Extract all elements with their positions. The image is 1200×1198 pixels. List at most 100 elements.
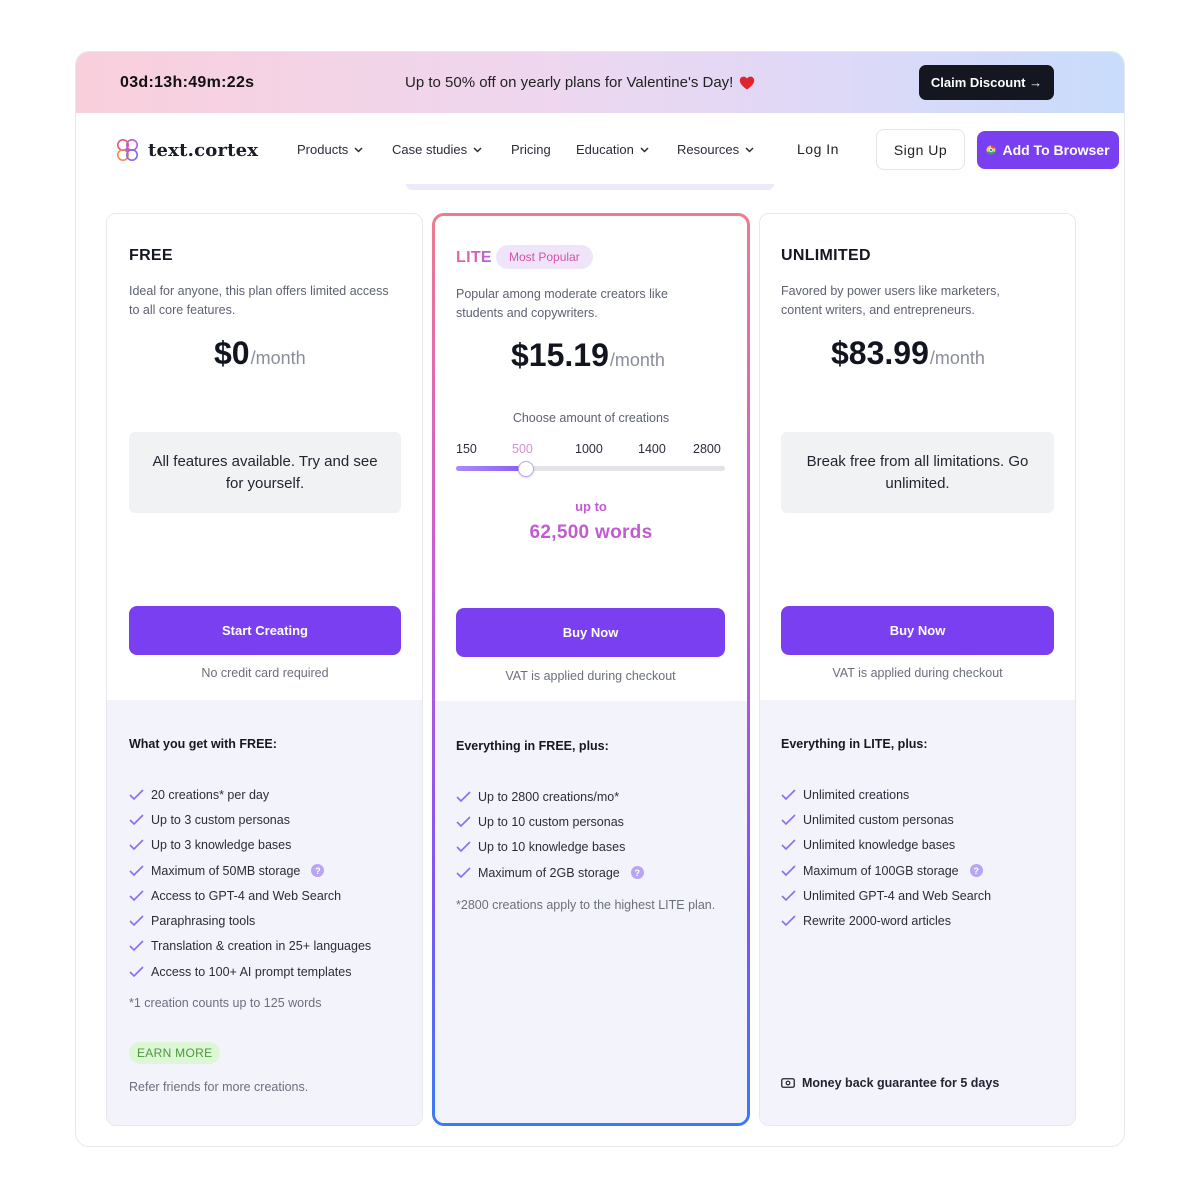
check-icon	[456, 866, 471, 878]
info-icon[interactable]: ?	[630, 866, 644, 880]
list-item: Unlimited custom personas	[781, 807, 991, 832]
feature-text: Unlimited GPT-4 and Web Search	[803, 888, 992, 903]
features-title: Everything in FREE, plus:	[456, 739, 609, 753]
nav-case-studies[interactable]: Case studies	[392, 142, 482, 157]
feature-text: Up to 3 knowledge bases	[151, 838, 292, 853]
check-icon	[781, 814, 796, 826]
promo-banner: 03d:13h:49m:22s Up to 50% off on yearly …	[76, 52, 1124, 113]
plan-card-unlimited: UNLIMITED Favored by power users like ma…	[759, 213, 1076, 1126]
info-icon[interactable]: ?	[969, 864, 983, 878]
check-icon	[129, 940, 144, 952]
nav-dropdown-shadow	[406, 184, 774, 190]
feature-text: Unlimited custom personas	[803, 812, 954, 827]
list-item: Access to GPT-4 and Web Search	[129, 883, 371, 908]
logo[interactable]: text.cortex	[114, 137, 258, 164]
feature-list: Unlimited creations Unlimited custom per…	[781, 782, 991, 934]
lite-buy-now-button[interactable]: Buy Now	[456, 608, 725, 657]
add-to-browser-button[interactable]: Add To Browser	[977, 131, 1119, 169]
slider-tick[interactable]: 150	[456, 442, 477, 456]
plan-name: LITE	[456, 249, 492, 266]
login-link[interactable]: Log In	[797, 141, 839, 157]
check-icon	[129, 864, 144, 876]
feature-text: Unlimited creations	[803, 787, 910, 802]
list-item: Translation & creation in 25+ languages	[129, 934, 371, 959]
slider-tick-selected[interactable]: 500	[512, 442, 533, 456]
price-period: /month	[250, 348, 306, 368]
creations-slider-handle[interactable]	[518, 461, 534, 477]
nav-products[interactable]: Products	[297, 142, 363, 157]
check-icon	[781, 915, 796, 927]
price-period: /month	[609, 350, 665, 370]
check-icon	[781, 864, 796, 876]
check-icon	[781, 839, 796, 851]
creations-slider-fill	[456, 466, 526, 471]
list-item: Up to 3 knowledge bases	[129, 833, 371, 858]
nav-education-label: Education	[576, 142, 634, 157]
brain-logo-icon	[117, 139, 138, 161]
feature-text: Up to 10 knowledge bases	[478, 840, 626, 855]
check-icon	[129, 814, 144, 826]
claim-discount-button[interactable]: Claim Discount →	[919, 65, 1054, 100]
nav-resources[interactable]: Resources	[677, 142, 754, 157]
footnote: *1 creation counts up to 125 words	[129, 996, 322, 1010]
info-icon[interactable]: ?	[311, 864, 325, 878]
list-item: Unlimited GPT-4 and Web Search	[781, 883, 991, 908]
slider-tick[interactable]: 1400	[638, 442, 666, 456]
price-amount: $15.19	[511, 337, 609, 373]
check-icon	[129, 966, 144, 977]
plan-card-lite: LITE Most Popular Popular among moderate…	[432, 213, 750, 1126]
cta-note: VAT is applied during checkout	[505, 669, 676, 683]
plan-description: Ideal for anyone, this plan offers limit…	[129, 284, 389, 317]
chevron-down-icon	[354, 146, 363, 153]
nav-case-studies-label: Case studies	[392, 142, 468, 157]
nav-products-label: Products	[297, 142, 349, 157]
check-icon	[129, 839, 144, 851]
slider-tick[interactable]: 2800	[693, 442, 721, 456]
feature-text: Paraphrasing tools	[151, 914, 256, 929]
check-icon	[129, 890, 144, 901]
slider-label: Choose amount of creations	[512, 411, 670, 425]
cta-note: No credit card required	[201, 666, 329, 680]
countdown-timer: 03d:13h:49m:22s	[120, 74, 255, 91]
nav-resources-label: Resources	[677, 142, 740, 157]
words-amount: 62,500 words	[529, 522, 653, 543]
feature-text: Maximum of 50MB storage	[151, 863, 301, 878]
slider-tick[interactable]: 1000	[575, 442, 603, 456]
price-amount: $83.99	[831, 335, 929, 371]
nav-pricing-label: Pricing	[511, 142, 551, 157]
check-icon	[129, 915, 144, 927]
check-icon	[129, 789, 144, 800]
unlimited-buy-now-button[interactable]: Buy Now	[781, 606, 1054, 655]
signup-button[interactable]: Sign Up	[876, 129, 965, 170]
plan-name: FREE	[129, 247, 173, 264]
list-item: 20 creations* per day	[129, 782, 371, 807]
list-item: Paraphrasing tools	[129, 908, 371, 933]
upto-label: up to	[575, 499, 607, 514]
add-to-browser-label: Add To Browser	[1002, 142, 1110, 158]
refer-text: Refer friends for more creations.	[129, 1080, 309, 1094]
plan-price: $15.19 /month	[511, 337, 665, 374]
feature-text: Up to 10 custom personas	[478, 814, 624, 829]
feature-list: 20 creations* per day Up to 3 custom per…	[129, 782, 371, 984]
earn-more-badge[interactable]: EARN MORE	[129, 1042, 221, 1064]
check-icon	[456, 816, 471, 828]
most-popular-badge: Most Popular	[496, 245, 593, 269]
check-icon	[456, 841, 471, 853]
money-back-guarantee: Money back guarantee for 5 days	[781, 1076, 999, 1090]
check-icon	[781, 890, 796, 901]
feature-text: Rewrite 2000-word articles	[803, 914, 951, 929]
price-amount: $0	[214, 335, 250, 371]
cta-note: VAT is applied during checkout	[832, 666, 1003, 680]
features-title: What you get with FREE:	[129, 737, 277, 751]
plan-price: $83.99 /month	[831, 335, 985, 372]
nav-education[interactable]: Education	[576, 142, 649, 157]
start-creating-button[interactable]: Start Creating	[129, 606, 401, 655]
plan-highlight-box: Break free from all limitations. Go unli…	[781, 432, 1054, 513]
promo-text: Up to 50% off on yearly plans for Valent…	[405, 74, 734, 91]
chevron-down-icon	[640, 146, 649, 153]
plan-description: Favored by power users like marketers, c…	[781, 284, 1000, 317]
features-title: Everything in LITE, plus:	[781, 737, 928, 751]
list-item: Up to 3 custom personas	[129, 807, 371, 832]
feature-text: Maximum of 100GB storage	[803, 863, 959, 878]
nav-pricing[interactable]: Pricing	[511, 142, 551, 157]
